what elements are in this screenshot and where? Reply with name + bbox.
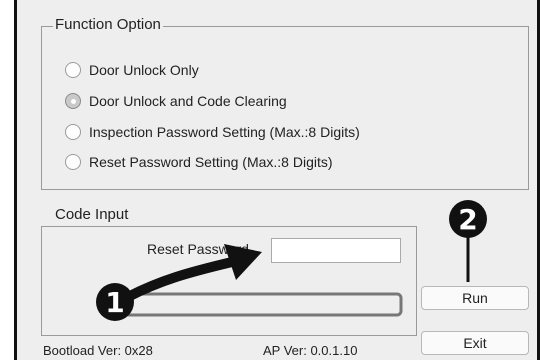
radio-button[interactable]: [65, 62, 81, 78]
option-label: Reset Password Setting (Max.:8 Digits): [89, 154, 333, 170]
function-option-title: Function Option: [53, 16, 163, 33]
ap-version: AP Ver: 0.0.1.10: [263, 343, 358, 358]
radio-button[interactable]: [65, 154, 81, 170]
run-button[interactable]: Run: [421, 286, 529, 310]
option-door-unlock-only[interactable]: Door Unlock Only: [65, 62, 199, 78]
option-label: Door Unlock Only: [89, 62, 199, 78]
option-inspection-password-setting[interactable]: Inspection Password Setting (Max.:8 Digi…: [65, 124, 360, 140]
radio-button-selected[interactable]: [65, 93, 81, 109]
reset-password-input[interactable]: [271, 238, 401, 263]
reset-password-label: Reset Password: [147, 241, 249, 257]
radio-button[interactable]: [65, 124, 81, 140]
exit-button[interactable]: Exit: [421, 331, 529, 355]
code-input-title: Code Input: [53, 206, 131, 223]
bootload-version: Bootload Ver: 0x28: [43, 343, 153, 358]
option-door-unlock-code-clearing[interactable]: Door Unlock and Code Clearing: [65, 93, 287, 109]
step-1-badge: 1: [96, 283, 134, 321]
option-label: Inspection Password Setting (Max.:8 Digi…: [89, 124, 360, 140]
step-2-badge: 2: [449, 200, 487, 238]
option-reset-password-setting[interactable]: Reset Password Setting (Max.:8 Digits): [65, 154, 333, 170]
app-window: Function Option Door Unlock Only Door Un…: [14, 0, 540, 360]
option-label: Door Unlock and Code Clearing: [89, 93, 287, 109]
